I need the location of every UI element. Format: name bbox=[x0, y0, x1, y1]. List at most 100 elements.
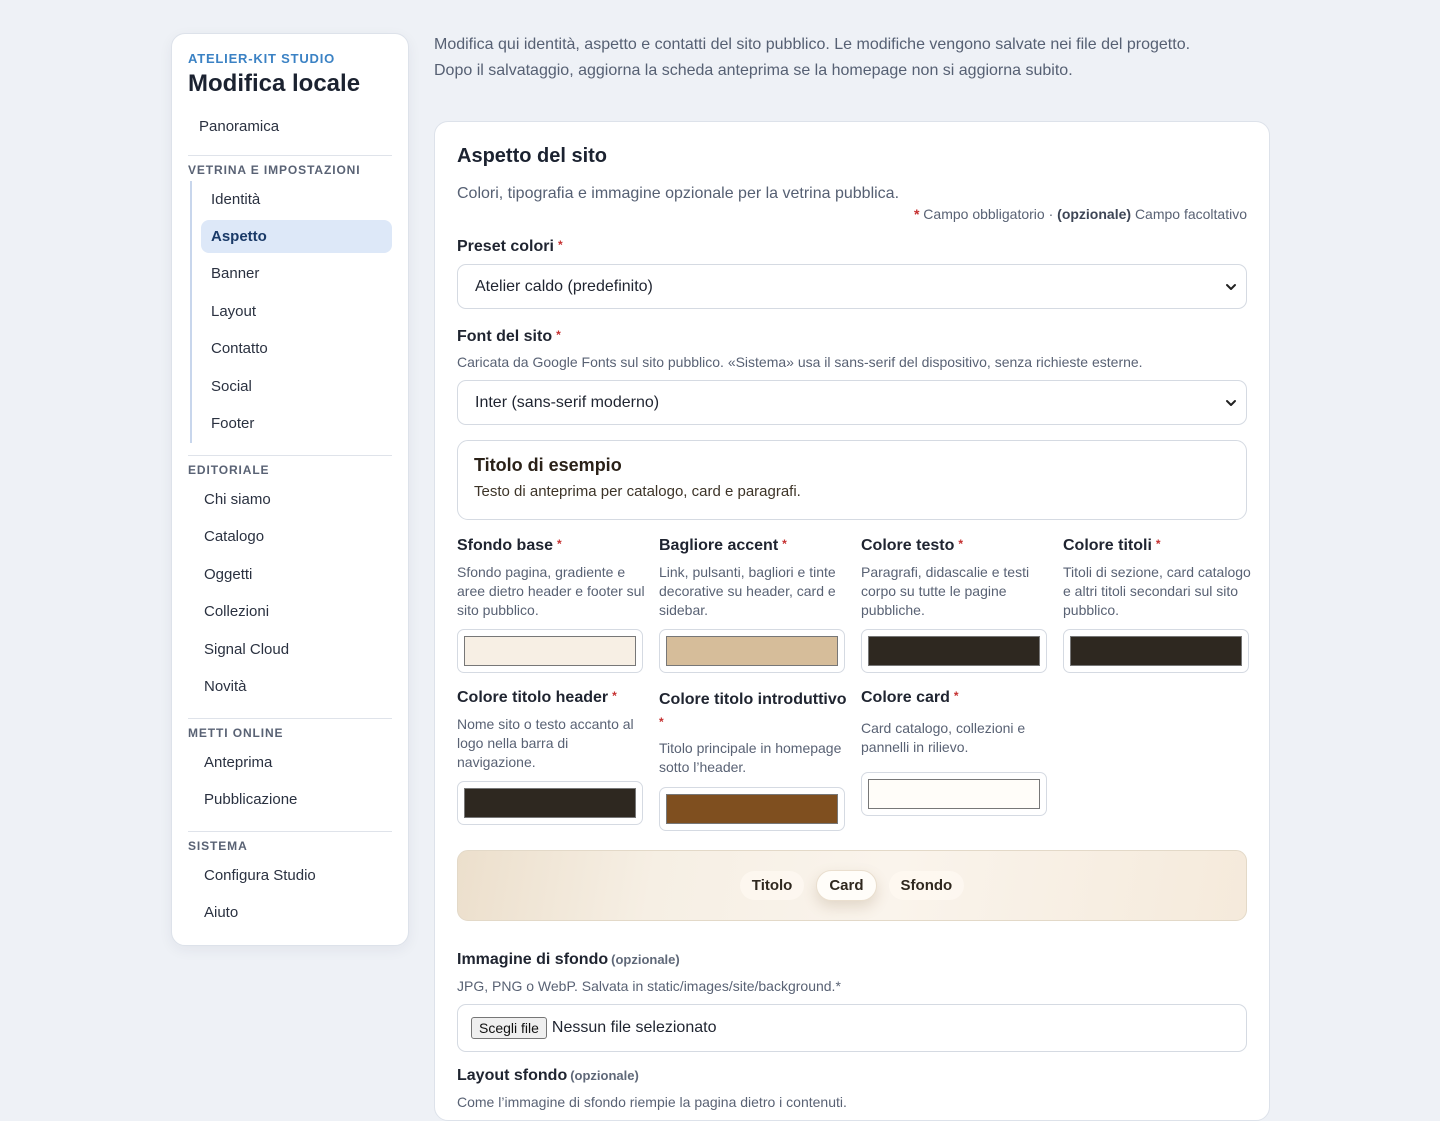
color-hint: Titolo principale in homepage sotto l’he… bbox=[659, 740, 842, 775]
color-picker-sfondo-base[interactable] bbox=[457, 629, 643, 673]
sidebar-item-aiuto[interactable]: Aiuto bbox=[188, 894, 392, 932]
color-preview: Titolo Card Sfondo bbox=[457, 850, 1247, 921]
group-label-vetrina: VETRINA E IMPOSTAZIONI bbox=[188, 162, 361, 177]
optional-legend-text: Campo facoltativo bbox=[1134, 206, 1247, 222]
color-label: Colore card * bbox=[861, 689, 1063, 707]
color-field-colore-testo: Colore testo * Paragrafi, didascalie e te… bbox=[861, 537, 1063, 673]
color-hint: Card catalogo, collezioni e pannelli in … bbox=[861, 720, 1026, 755]
sample-text: Testo di anteprima per catalogo, card e … bbox=[474, 483, 801, 500]
preview-chip-titolo: Titolo bbox=[739, 871, 805, 900]
required-mark: * bbox=[958, 537, 964, 551]
card-title: Aspetto del sito bbox=[457, 145, 608, 167]
sidebar-item-configura-studio[interactable]: Configura Studio bbox=[188, 857, 392, 895]
required-mark: * bbox=[782, 537, 787, 551]
font-select[interactable]: Inter (sans-serif moderno) bbox=[457, 380, 1247, 425]
chevron-down-icon bbox=[1226, 399, 1236, 406]
color-picker-titolo-introduttivo[interactable] bbox=[659, 787, 845, 831]
sidebar-item-aspetto[interactable]: Aspetto bbox=[201, 220, 392, 253]
brand-kicker: ATELIER-KIT STUDIO bbox=[188, 51, 336, 66]
color-label-text: Colore titolo header bbox=[457, 689, 609, 706]
file-status: Nessun file selezionato bbox=[551, 1019, 717, 1036]
color-picker-colore-testo[interactable] bbox=[861, 629, 1047, 673]
background-image-field: Immagine di sfondo (opzionale) JPG, PNG o… bbox=[457, 951, 1247, 1052]
required-mark: * bbox=[913, 206, 920, 222]
required-mark: * bbox=[556, 328, 561, 342]
divider bbox=[188, 717, 392, 719]
color-swatch bbox=[666, 636, 838, 666]
color-field-titolo-introduttivo: Colore titolo introduttivo * Titolo princ… bbox=[659, 689, 861, 831]
color-label-text: Colore card bbox=[861, 689, 950, 706]
preview-chip-card: Card bbox=[816, 870, 877, 901]
background-image-hint: JPG, PNG o WebP. Salvata in static/image… bbox=[457, 978, 841, 994]
divider bbox=[188, 830, 392, 832]
color-grid-row-2: Colore titolo header * Nome sito o testo … bbox=[457, 689, 1247, 831]
color-field-colore-titoli: Colore titoli * Titoli di sezione, card c… bbox=[1063, 537, 1251, 673]
divider bbox=[188, 154, 392, 156]
color-field-colore-card: Colore card * Card catalogo, collezioni e… bbox=[861, 689, 1063, 831]
sidebar-item-chi-siamo[interactable]: Chi siamo bbox=[188, 481, 392, 519]
font-label: Font del sito * bbox=[457, 328, 1247, 346]
sidebar-item-footer[interactable]: Footer bbox=[201, 405, 392, 443]
group-label-metti-online: METTI ONLINE bbox=[188, 725, 284, 740]
sidebar-item-identita[interactable]: Identità bbox=[201, 181, 392, 219]
preset-field: Preset colori * Atelier caldo (predefinit… bbox=[457, 238, 1247, 309]
sidebar-item-contatto[interactable]: Contatto bbox=[201, 330, 392, 368]
group-label-editoriale: EDITORIALE bbox=[188, 462, 270, 477]
sidebar-item-collezioni[interactable]: Collezioni bbox=[188, 593, 392, 631]
chevron-down-icon bbox=[1226, 283, 1236, 290]
color-field-bagliore-accent: Bagliore accent * Link, pulsanti, baglior… bbox=[659, 537, 861, 673]
color-picker-colore-titoli[interactable] bbox=[1063, 629, 1249, 673]
sidebar-item-signal-cloud[interactable]: Signal Cloud bbox=[188, 631, 392, 669]
sidebar-group-metti-online: Anteprima Pubblicazione bbox=[188, 744, 392, 819]
color-label-text: Colore testo bbox=[861, 537, 955, 554]
color-label-text: Bagliore accent bbox=[659, 537, 779, 554]
sidebar-item-anteprima[interactable]: Anteprima bbox=[188, 744, 392, 782]
color-field-titolo-header: Colore titolo header * Nome sito o testo … bbox=[457, 689, 659, 831]
preview-chip-sfondo: Sfondo bbox=[888, 871, 965, 900]
color-hint: Link, pulsanti, bagliori e tinte decorat… bbox=[659, 564, 836, 618]
background-image-label: Immagine di sfondo (opzionale) bbox=[457, 951, 1247, 969]
color-swatch bbox=[464, 636, 636, 666]
sidebar-item-layout[interactable]: Layout bbox=[201, 293, 392, 331]
card-subtitle: Colori, tipografia e immagine opzionale … bbox=[457, 185, 900, 202]
group-label-sistema: SISTEMA bbox=[188, 838, 248, 853]
sidebar-item-social[interactable]: Social bbox=[201, 368, 392, 406]
font-label-text: Font del sito bbox=[457, 328, 553, 345]
intro-line-1: Modifica qui identità, aspetto e contatt… bbox=[434, 36, 1191, 53]
sidebar-item-overview[interactable]: Panoramica bbox=[188, 108, 392, 146]
color-label: Colore titoli * bbox=[1063, 537, 1247, 555]
sidebar-item-novita[interactable]: Novità bbox=[188, 668, 392, 706]
sidebar-group-sistema: Configura Studio Aiuto bbox=[188, 857, 392, 932]
background-layout-hint: Come l’immagine di sfondo riempie la pag… bbox=[457, 1094, 847, 1110]
color-label: Bagliore accent * bbox=[659, 537, 861, 555]
color-label: Sfondo base * bbox=[457, 537, 659, 555]
color-picker-titolo-header[interactable] bbox=[457, 781, 643, 825]
font-select-value: Inter (sans-serif moderno) bbox=[475, 393, 660, 411]
optional-mark: (opzionale) bbox=[1057, 206, 1132, 222]
preset-select[interactable]: Atelier caldo (predefinito) bbox=[457, 264, 1247, 309]
color-grid-row-1: Sfondo base * Sfondo pagina, gradiente e … bbox=[457, 537, 1251, 673]
sidebar-item-pubblicazione[interactable]: Pubblicazione bbox=[188, 781, 392, 819]
optional-tag: (opzionale) bbox=[611, 952, 680, 967]
background-image-file-input[interactable]: Scegli file Nessun file selezionato bbox=[457, 1004, 1247, 1052]
intro-text: Modifica qui identità, aspetto e contatt… bbox=[434, 32, 1264, 84]
color-swatch bbox=[464, 788, 636, 818]
color-hint: Titoli di sezione, card catalogo e altri… bbox=[1063, 564, 1251, 618]
sidebar-item-oggetti[interactable]: Oggetti bbox=[188, 556, 392, 594]
color-label: Colore testo * bbox=[861, 537, 1063, 555]
sidebar: ATELIER-KIT STUDIO Modifica locale Panor… bbox=[171, 33, 409, 946]
appearance-card: Aspetto del sito Colori, tipografia e im… bbox=[434, 121, 1270, 1121]
required-mark: * bbox=[557, 238, 563, 252]
sample-title: Titolo di esempio bbox=[474, 455, 622, 475]
color-picker-bagliore-accent[interactable] bbox=[659, 629, 845, 673]
color-picker-colore-card[interactable] bbox=[861, 772, 1047, 816]
preset-select-value: Atelier caldo (predefinito) bbox=[475, 277, 653, 295]
sidebar-item-banner[interactable]: Banner bbox=[201, 255, 392, 293]
color-label-text: Colore titolo introduttivo bbox=[659, 691, 847, 708]
choose-file-button[interactable]: Scegli file bbox=[471, 1017, 547, 1039]
field-legend: * Campo obbligatorio · (opzionale) Campo… bbox=[457, 206, 1247, 222]
required-mark: * bbox=[953, 689, 959, 703]
background-layout-label: Layout sfondo (opzionale) bbox=[457, 1067, 1247, 1085]
sidebar-item-catalogo[interactable]: Catalogo bbox=[188, 518, 392, 556]
required-mark: * bbox=[557, 537, 562, 551]
